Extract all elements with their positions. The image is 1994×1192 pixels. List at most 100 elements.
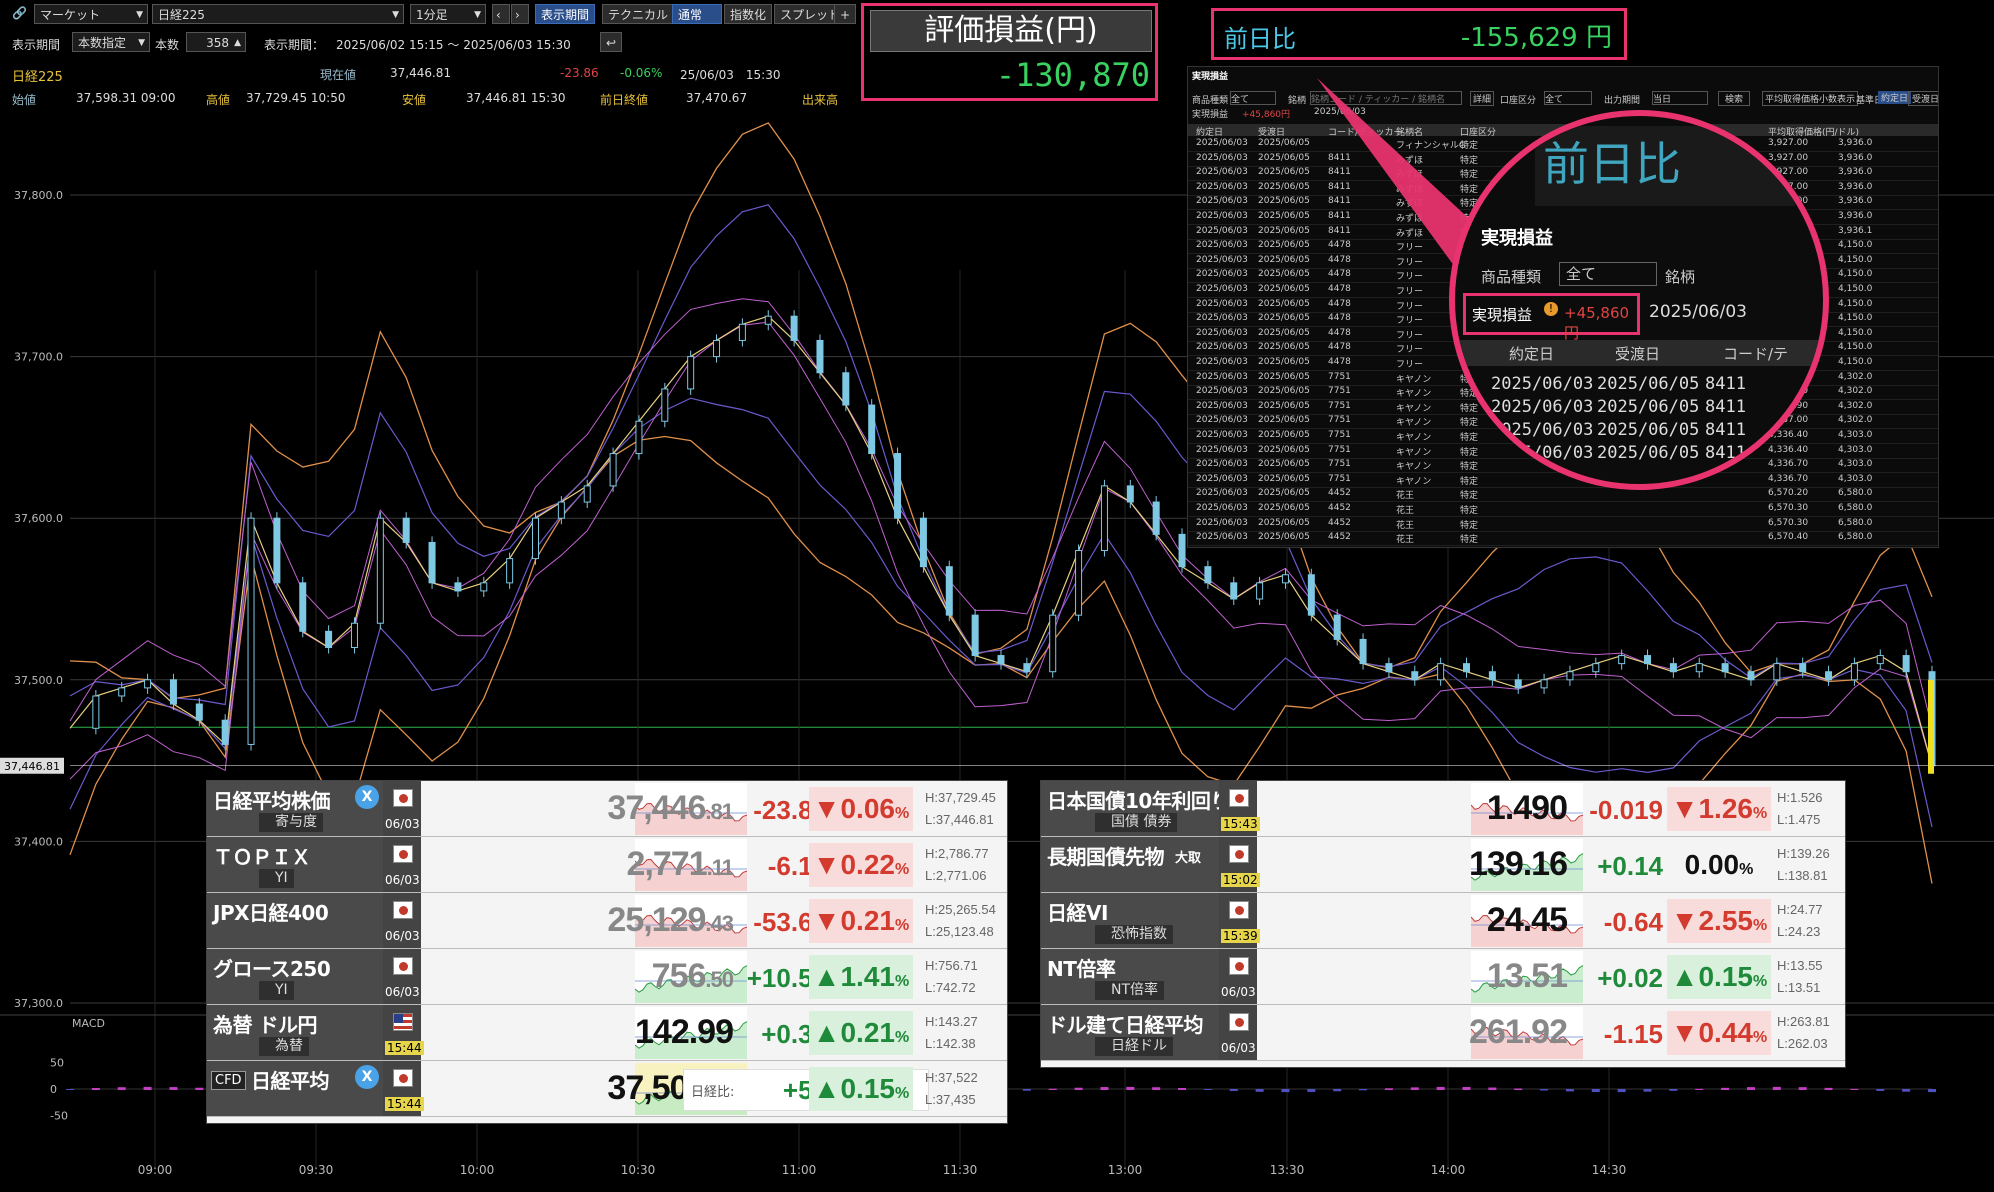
high-value: 37,729.45 10:50 bbox=[246, 91, 346, 105]
ticker-date: 15:44 bbox=[385, 1041, 424, 1055]
ticker-change-pct: ▲1.41% bbox=[809, 955, 913, 999]
candle bbox=[661, 388, 669, 422]
ticker-row[interactable]: NT倍率 NT倍率 06/03 13.51 +0.02 ▲0.15% H:13.55 L:13… bbox=[1041, 949, 1845, 1005]
ticker-name-cell[interactable]: NT倍率 NT倍率 bbox=[1041, 949, 1219, 1004]
jp-flag-icon bbox=[393, 957, 413, 975]
candle bbox=[1721, 663, 1729, 673]
candle bbox=[1333, 614, 1341, 640]
market-select[interactable]: マーケット ▼ bbox=[34, 4, 148, 24]
x-share-icon[interactable]: X bbox=[355, 785, 379, 809]
ticker-row[interactable]: ドル建て日経平均 日経ドル 06/03 261.92 -1.15 ▼0.44% H:263.… bbox=[1041, 1005, 1845, 1061]
ticker-name-cell[interactable]: CFD 日経平均 X bbox=[207, 1061, 383, 1116]
ticker-name-cell[interactable]: 為替 ドル円 為替 bbox=[207, 1005, 383, 1060]
ticker-row[interactable]: 為替 ドル円 為替 15:44 142.99 +0.30 ▲0.21% H:143.27 L:… bbox=[207, 1005, 1007, 1061]
ticker-sub-button[interactable]: 為替 bbox=[259, 1037, 309, 1056]
ticker-change-pct: 0.00% bbox=[1667, 843, 1771, 887]
ticker-sub-button[interactable]: YI bbox=[259, 869, 294, 888]
candle bbox=[1902, 655, 1910, 673]
ticker-sub-button[interactable]: 恐怖指数 bbox=[1095, 925, 1173, 944]
ticker-row[interactable]: 日経平均株価 寄与度 X 06/03 37,446.81 -23.86 ▼0.06% H:37… bbox=[207, 781, 1007, 837]
ticker-name-cell[interactable]: グロース250 YI bbox=[207, 949, 383, 1004]
interval-select[interactable]: 1分足 ▼ bbox=[410, 4, 486, 24]
count-input[interactable]: 358 ▲ bbox=[186, 32, 246, 52]
ticker-pct-unit: % bbox=[1739, 861, 1754, 878]
ticker-sub-button[interactable]: NT倍率 bbox=[1095, 981, 1165, 1000]
ticker-change: -0.019 bbox=[1589, 795, 1663, 825]
period-button[interactable]: 表示期間 bbox=[535, 4, 596, 24]
ticker-sub-button[interactable]: 日経ドル bbox=[1095, 1037, 1173, 1056]
ticker-sub-button[interactable]: 国債 債券 bbox=[1095, 813, 1178, 832]
ticker-pct-unit: % bbox=[894, 1029, 910, 1046]
candle bbox=[376, 517, 384, 624]
macd-bar bbox=[143, 1086, 152, 1090]
ticker-high: H:1.526 bbox=[1777, 790, 1823, 805]
candle bbox=[687, 356, 695, 390]
candle bbox=[1100, 485, 1108, 552]
ticker-name-cell[interactable]: 日本国債10年利回り 国債 債券 bbox=[1041, 781, 1230, 836]
candle bbox=[1618, 655, 1626, 665]
prev-button[interactable]: ‹ bbox=[492, 4, 510, 24]
ticker-row[interactable]: グロース250 YI 06/03 756.50 +10.50 ▲1.41% H:756.71… bbox=[207, 949, 1007, 1005]
technical-button[interactable]: テクニカル bbox=[602, 4, 675, 24]
macd-bar bbox=[1824, 1087, 1833, 1090]
macd-bar bbox=[1178, 1088, 1187, 1090]
ticker-row[interactable]: JPX日経400 06/03 25,129.43 -53.63 ▼0.21% H:25,2… bbox=[207, 893, 1007, 949]
x-tick-label: 11:00 bbox=[782, 1163, 817, 1177]
candle bbox=[790, 315, 798, 341]
ticker-name-cell[interactable]: ドル建て日経平均 日経ドル bbox=[1041, 1005, 1219, 1060]
ticker-price: 139.16 bbox=[1371, 845, 1568, 884]
y-tick-label: 37,600.0 bbox=[14, 512, 63, 525]
ticker-row[interactable]: 日本国債10年利回り 国債 債券 15:43 1.490 -0.019 ▼1.26% H:1… bbox=[1041, 781, 1845, 837]
magnifier-cell: 8411 bbox=[1705, 397, 1746, 417]
candle bbox=[945, 566, 953, 616]
ticker-pct-value: 0.00 bbox=[1684, 849, 1740, 880]
ticker-price: 24.45 bbox=[1371, 901, 1568, 940]
ticker-row[interactable]: ＴＯＰＩＸ YI 06/03 2,771.11 -6.18 ▼0.22% H:2,786.7… bbox=[207, 837, 1007, 893]
normal-button[interactable]: 通常 bbox=[672, 4, 722, 24]
magnifier: 前日比 実現損益 商品種類 全て 銘柄 実現損益 ! +45,860円 2025… bbox=[1449, 110, 1829, 490]
macd-tick-label: 50 bbox=[50, 1057, 64, 1070]
ticker-sub-button[interactable]: YI bbox=[259, 981, 294, 1000]
reset-icon[interactable]: ↩ bbox=[600, 32, 622, 52]
symbol-select[interactable]: 日経225 ▼ bbox=[152, 4, 404, 24]
ticker-row[interactable]: 日経VI 恐怖指数 15:39 24.45 -0.64 ▼2.55% H:24.77 L:24… bbox=[1041, 893, 1845, 949]
ticker-pct-value: ▼0.06 bbox=[812, 793, 895, 824]
macd-bar bbox=[1695, 1088, 1704, 1090]
macd-bar bbox=[1643, 1089, 1652, 1092]
ticker-change: +0.02 bbox=[1597, 963, 1663, 993]
ticker-row[interactable]: CFD日経平均X15:4437,503.00日経比:+56▲0.15%H:37,… bbox=[207, 1061, 1007, 1117]
ticker-name-cell[interactable]: JPX日経400 bbox=[207, 893, 383, 948]
y-tick-label: 37,800.0 bbox=[14, 189, 63, 202]
index-button[interactable]: 指数化 bbox=[724, 4, 773, 24]
next-button[interactable]: › bbox=[511, 4, 529, 24]
x-tick-label: 11:30 bbox=[943, 1163, 978, 1177]
daychange-label: 前日比 bbox=[1224, 25, 1296, 53]
y-tick-label: 37,700.0 bbox=[14, 351, 63, 364]
macd-bar bbox=[1203, 1089, 1212, 1091]
ticker-name-cell[interactable]: 長期国債先物 大取 bbox=[1041, 837, 1219, 892]
ticker-high: H:143.27 bbox=[925, 1014, 978, 1029]
ticker-name-cell[interactable]: 日経平均株価 寄与度 X bbox=[207, 781, 383, 836]
link-icon[interactable]: 🔗 bbox=[12, 6, 27, 20]
ticker-sub-button[interactable]: 寄与度 bbox=[259, 813, 323, 832]
jp-flag-icon bbox=[393, 845, 413, 863]
jp-flag-icon bbox=[1229, 789, 1249, 807]
ticker-row[interactable]: 長期国債先物 大取 15:02 139.16 +0.14 0.00% H:139.26 L:1… bbox=[1041, 837, 1845, 893]
ticker-flag-cell: 15:02 bbox=[1219, 837, 1260, 892]
ticker-price-int: 24.45 bbox=[1486, 901, 1568, 939]
magnifier-cell: 2025/06/03 bbox=[1491, 397, 1594, 417]
open-value: 37,598.31 09:00 bbox=[76, 91, 176, 105]
macd-bar bbox=[1436, 1086, 1445, 1090]
period-mode-select[interactable]: 本数指定 ▼ bbox=[72, 32, 150, 52]
ticker-price-int: 139.16 bbox=[1469, 845, 1568, 883]
ticker-low: L:142.38 bbox=[925, 1036, 976, 1051]
ticker-flag-cell: 15:44 bbox=[383, 1061, 424, 1116]
magnifier-cell: 2025/06/03 bbox=[1491, 420, 1594, 440]
macd-bar bbox=[1850, 1088, 1859, 1090]
ticker-name-cell[interactable]: 日経VI 恐怖指数 bbox=[1041, 893, 1219, 948]
add-button[interactable]: + bbox=[834, 4, 857, 24]
candle bbox=[221, 719, 229, 745]
ticker-name-cell[interactable]: ＴＯＰＩＸ YI bbox=[207, 837, 383, 892]
ticker-price-int: 25,129 bbox=[607, 901, 706, 939]
x-share-icon[interactable]: X bbox=[355, 1065, 379, 1089]
